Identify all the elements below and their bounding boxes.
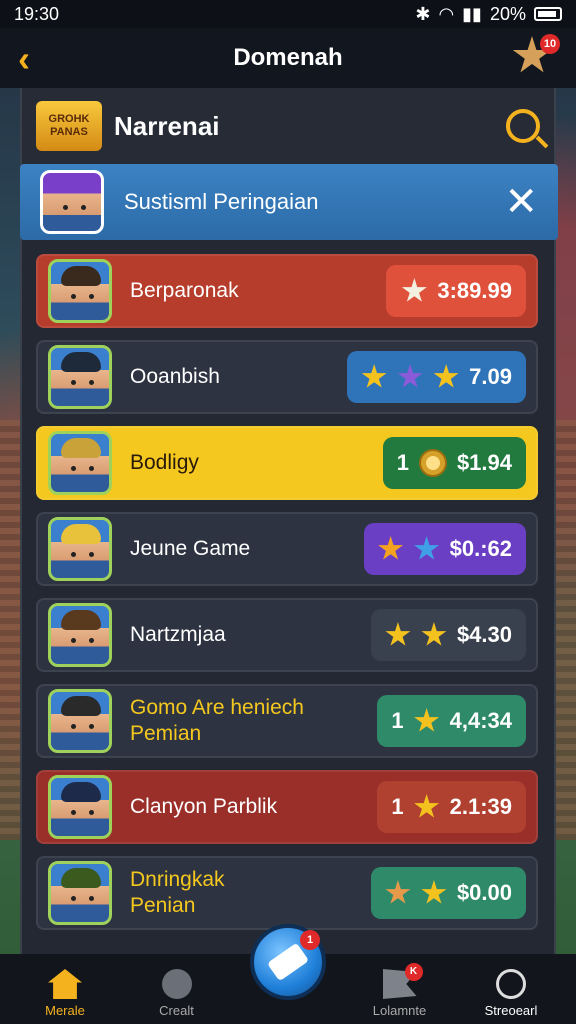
list-item[interactable]: Gomo Are heniech Pemian 1 4,4:34	[36, 684, 538, 758]
list-item[interactable]: Berparonak 3:89.99	[36, 254, 538, 328]
nav-profile-label: Streoearl	[484, 1003, 538, 1018]
logo-text-1: GROHK	[48, 113, 90, 125]
nav-home-label: Merale	[45, 1003, 85, 1018]
list-item[interactable]: Dnringkak Penian $0.00	[36, 856, 538, 930]
status-time: 19:30	[14, 3, 60, 24]
star-icon	[433, 364, 459, 388]
wifi-icon: ◠	[438, 3, 455, 24]
panel-title: Narrenai	[114, 110, 220, 141]
score-pill: $0.00	[370, 867, 526, 919]
score-value: $1.94	[456, 450, 512, 475]
star-icon	[414, 536, 440, 560]
star-icon	[421, 880, 447, 904]
banner-text: Sustisml Peringaian	[124, 189, 319, 214]
gear-icon	[161, 969, 192, 999]
nav-fourth-badge: K	[404, 963, 423, 981]
list-item[interactable]: Bodligy 1 $1.94	[36, 426, 538, 500]
list-item[interactable]: Nartzmjaa $4.30	[36, 598, 538, 672]
fab-badge: 1	[300, 930, 320, 950]
player-name: Clanyon Parblik	[130, 795, 278, 818]
player-avatar	[48, 517, 112, 581]
pencil-icon	[266, 942, 310, 982]
star-icon	[414, 794, 440, 818]
panel-header: GROHK PANAS Narrenai	[22, 88, 554, 164]
nav-fourth-label: Lolamnte	[372, 1003, 427, 1018]
player-avatar	[48, 431, 112, 495]
star-icon	[378, 536, 404, 560]
announcement-banner: Sustisml Peringaian ✕	[20, 164, 558, 240]
score-pill: $4.30	[370, 609, 526, 661]
score-pill: 1 4,4:34	[377, 695, 526, 747]
nav-second[interactable]: Crealt	[132, 969, 222, 1018]
score-value: 3:89.99	[437, 278, 512, 303]
player-name: Dnringkak Penian	[130, 868, 225, 917]
list-item[interactable]: Jeune Game $0.:62	[36, 512, 538, 586]
coin-icon	[418, 449, 447, 477]
bluetooth-icon: ✱	[415, 3, 431, 24]
star-icon	[397, 364, 423, 388]
rank-prefix: 1	[396, 450, 409, 475]
score-pill: 7.09	[347, 351, 526, 403]
star-icon	[401, 278, 427, 302]
list-item[interactable]: Ooanbish 7.09	[36, 340, 538, 414]
player-avatar	[48, 603, 112, 667]
top-header: ‹ Domenah 10	[0, 28, 576, 88]
player-avatar	[48, 259, 112, 323]
score-pill: 1 $1.94	[382, 437, 526, 489]
star-icon	[385, 880, 411, 904]
compose-fab-button[interactable]: 1	[250, 924, 326, 1000]
score-pill: $0.:62	[363, 523, 526, 575]
star-icon	[385, 622, 411, 646]
player-name: Gomo Are heniech Pemian	[130, 696, 304, 745]
leaderboard-panel: GROHK PANAS Narrenai Sustisml Peringaian…	[20, 88, 558, 954]
nav-second-label: Crealt	[159, 1003, 194, 1018]
user-icon	[496, 969, 526, 999]
player-name: Bodligy	[130, 451, 199, 474]
battery-level: 20%	[489, 3, 526, 24]
player-name: Ooanbish	[130, 365, 220, 388]
player-avatar	[48, 689, 112, 753]
score-value: $0.00	[456, 880, 512, 905]
player-name: Nartzmjaa	[130, 623, 226, 646]
player-avatar	[48, 861, 112, 925]
search-icon[interactable]	[506, 109, 540, 143]
page-title: Domenah	[233, 44, 343, 71]
player-avatar	[48, 775, 112, 839]
player-name: Jeune Game	[130, 537, 251, 560]
back-arrow-icon[interactable]: ‹	[18, 38, 30, 80]
notifications-button[interactable]: 10	[512, 34, 560, 80]
signal-icon: ▮▮	[462, 3, 482, 24]
player-list: Berparonak 3:89.99 Ooanbish 7.09 Bodligy 1 $1.…	[22, 240, 554, 930]
score-pill: 3:89.99	[386, 265, 526, 317]
player-name: Berparonak	[130, 279, 239, 302]
banner-avatar	[40, 170, 104, 234]
status-bar: 19:30 ✱ ◠ ▮▮ 20%	[0, 0, 576, 28]
notification-badge: 10	[540, 34, 560, 54]
score-value: 7.09	[469, 364, 512, 389]
close-icon[interactable]: ✕	[504, 182, 538, 222]
nav-home[interactable]: Merale	[20, 969, 110, 1018]
nav-profile[interactable]: Streoearl	[466, 969, 556, 1018]
score-pill: 1 2.1:39	[377, 781, 526, 833]
home-icon	[48, 969, 82, 999]
score-value: 4,4:34	[449, 708, 512, 733]
score-value: $0.:62	[449, 536, 512, 561]
logo-text-2: PANAS	[50, 126, 88, 138]
star-icon	[421, 622, 447, 646]
score-value: $4.30	[456, 622, 512, 647]
game-logo: GROHK PANAS	[36, 101, 102, 151]
score-value: 2.1:39	[449, 794, 512, 819]
rank-prefix: 1	[391, 794, 404, 819]
nav-fourth[interactable]: K Lolamnte	[355, 963, 445, 1018]
battery-icon	[534, 7, 562, 21]
star-icon	[414, 708, 440, 732]
list-item[interactable]: Clanyon Parblik 1 2.1:39	[36, 770, 538, 844]
player-avatar	[48, 345, 112, 409]
rank-prefix: 1	[391, 708, 404, 733]
star-icon	[361, 364, 387, 388]
